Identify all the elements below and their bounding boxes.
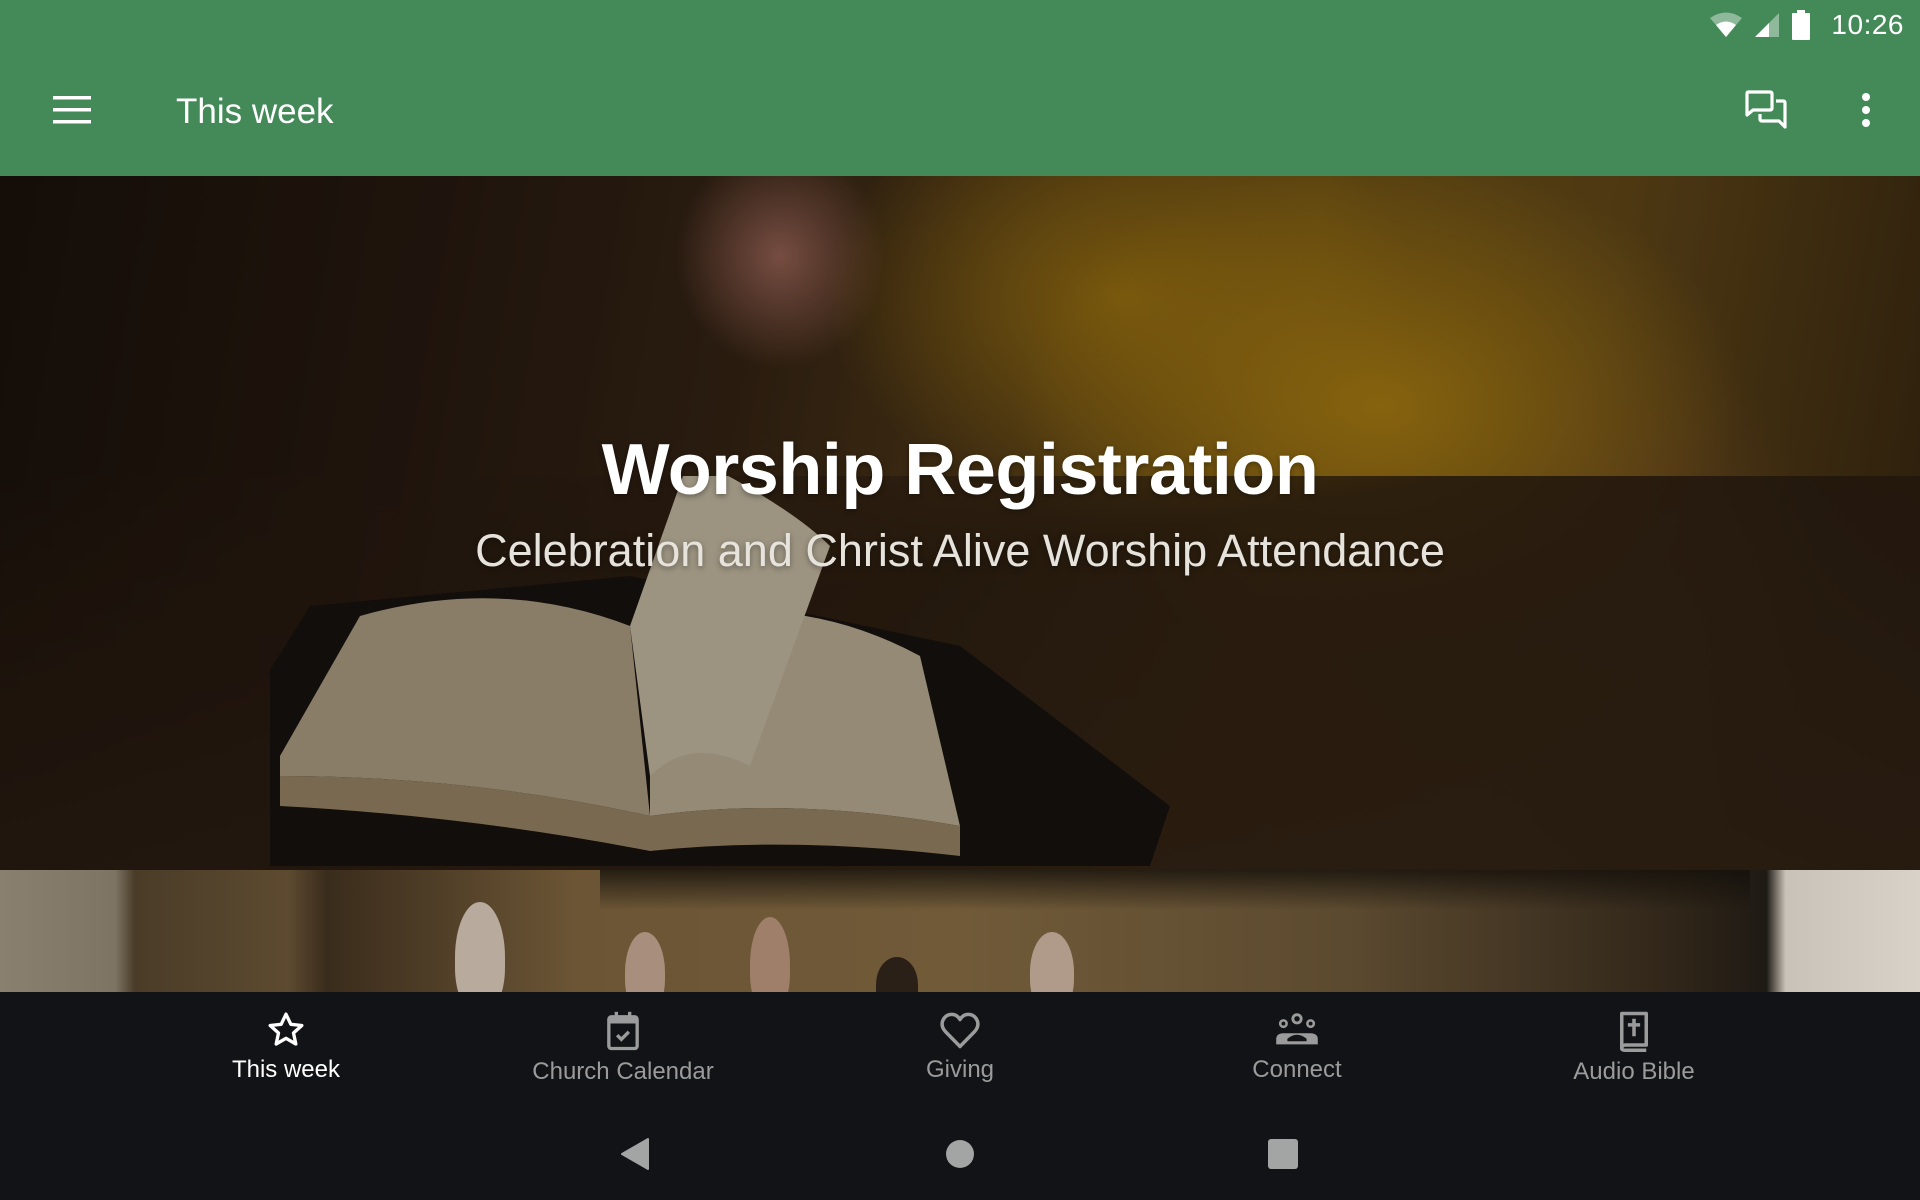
system-navigation-bar	[0, 1104, 1920, 1200]
choir-card[interactable]	[0, 870, 1920, 992]
nav-label: Giving	[925, 1056, 995, 1083]
app-bar: 10:26 This week	[0, 0, 1920, 176]
status-time: 10:26	[1831, 9, 1904, 40]
messages-button[interactable]	[1730, 76, 1802, 148]
nav-audio-bible[interactable]: Audio Bible	[1466, 992, 1803, 1104]
bible-icon	[1616, 1010, 1652, 1052]
home-button[interactable]	[936, 1132, 984, 1180]
nav-connect[interactable]: Connect	[1129, 992, 1466, 1104]
status-bar: 10:26	[1709, 6, 1904, 44]
back-button[interactable]	[612, 1132, 660, 1180]
card-title: Worship Registration	[601, 430, 1319, 510]
cellular-signal-icon	[1753, 11, 1781, 39]
page-title: This week	[176, 92, 334, 131]
content-feed: Worship Registration Celebration and Chr…	[0, 176, 1920, 992]
toolbar: This week	[0, 64, 1920, 160]
more-vert-icon	[1860, 92, 1872, 133]
wifi-icon	[1709, 11, 1743, 39]
worship-registration-card[interactable]: Worship Registration Celebration and Chr…	[0, 176, 1920, 870]
bottom-navigation: This week Church Calendar Giving Connect…	[0, 992, 1920, 1104]
back-triangle-icon	[620, 1137, 652, 1176]
more-options-button[interactable]	[1830, 76, 1902, 148]
battery-icon	[1791, 10, 1811, 40]
hero-text: Worship Registration Celebration and Chr…	[0, 176, 1920, 870]
card-subtitle: Celebration and Christ Alive Worship Att…	[475, 525, 1445, 576]
choir-photo-shade	[600, 870, 1750, 910]
nav-this-week[interactable]: This week	[118, 992, 455, 1104]
choir-person	[455, 902, 505, 992]
nav-giving[interactable]: Giving	[792, 992, 1129, 1104]
hamburger-menu-icon	[53, 95, 91, 129]
nav-label: Connect	[1252, 1056, 1342, 1083]
choir-person	[625, 932, 665, 992]
choir-person	[750, 917, 790, 992]
home-circle-icon	[945, 1139, 975, 1174]
recents-square-icon	[1268, 1138, 1298, 1174]
star-icon	[266, 1010, 306, 1050]
nav-label: Church Calendar	[532, 1058, 714, 1085]
choir-person	[876, 957, 918, 992]
groups-icon	[1273, 1010, 1321, 1050]
recents-button[interactable]	[1259, 1132, 1307, 1180]
heart-icon	[939, 1010, 981, 1050]
choir-person	[1030, 932, 1074, 992]
nav-church-calendar[interactable]: Church Calendar	[455, 992, 792, 1104]
chat-icon	[1745, 89, 1787, 135]
nav-label: This week	[231, 1056, 341, 1083]
calendar-check-icon	[603, 1010, 643, 1052]
nav-label: Audio Bible	[1573, 1058, 1695, 1085]
menu-button[interactable]	[36, 76, 108, 148]
